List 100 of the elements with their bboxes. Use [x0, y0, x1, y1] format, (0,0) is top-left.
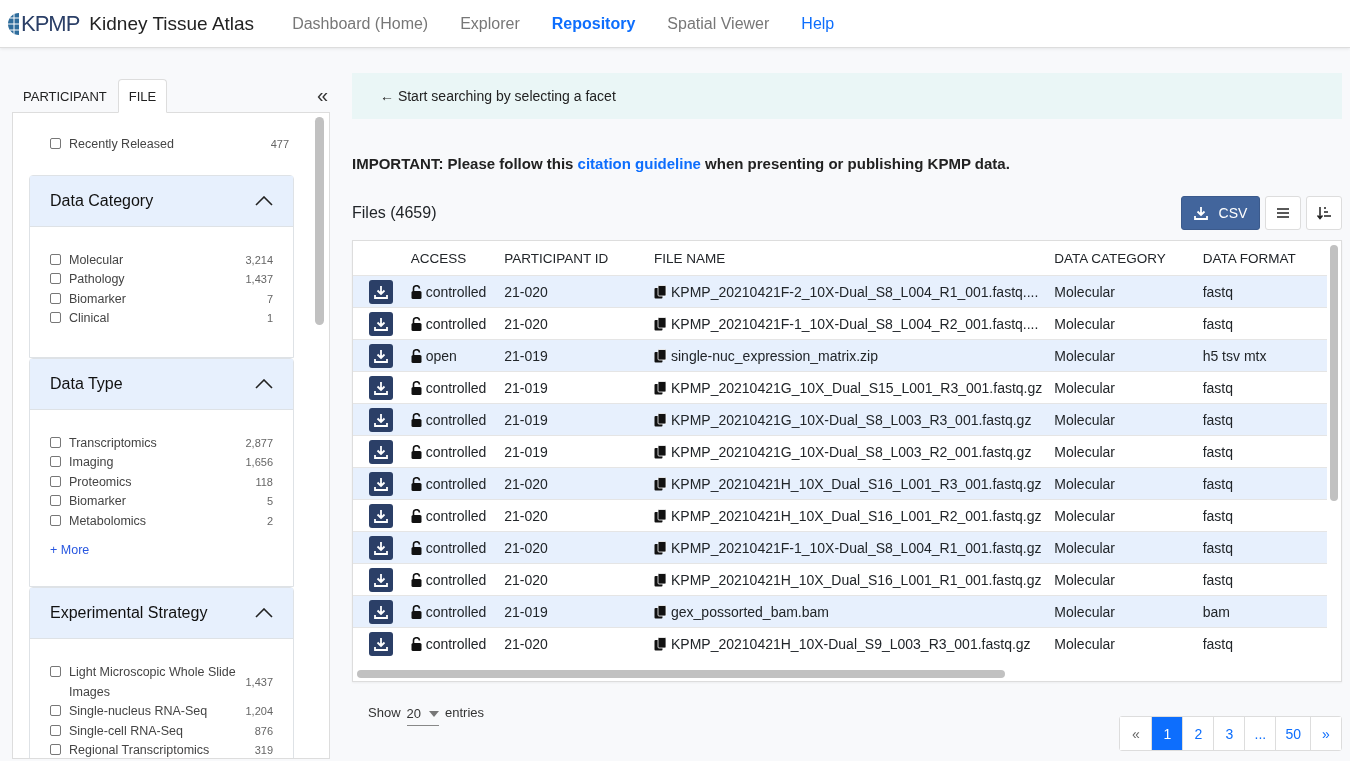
checkbox[interactable]: [50, 273, 61, 284]
scrollbar-thumb[interactable]: [315, 117, 324, 325]
download-button[interactable]: [369, 343, 393, 368]
facet-count: 5: [266, 494, 273, 509]
page-size-select[interactable]: 20: [406, 706, 439, 726]
access-cell: controlled: [425, 539, 487, 556]
access-cell: open: [425, 347, 457, 364]
access-cell: controlled: [425, 475, 487, 492]
facet-header[interactable]: Data Type: [30, 358, 293, 410]
checkbox[interactable]: [50, 292, 61, 304]
download-icon: [374, 508, 388, 523]
download-button[interactable]: [369, 503, 393, 528]
file-name-cell: KPMP_20210421G_10X-Dual_S8_L003_R3_001.fastq.gz: [671, 411, 1032, 428]
checkbox[interactable]: [50, 436, 61, 448]
collapse-button[interactable]: «: [316, 83, 328, 107]
checkbox[interactable]: [50, 253, 61, 265]
copy-icon: [654, 316, 667, 331]
nav-link[interactable]: Repository: [535, 14, 652, 33]
file-name-cell: gex_possorted_bam.bam: [671, 603, 829, 620]
checkbox[interactable]: [50, 475, 61, 487]
facet-count: 477: [270, 137, 289, 152]
file-name-cell: KPMP_20210421H_10X_Dual_S16_L001_R2_001.fastq.gz: [671, 507, 1042, 524]
download-button[interactable]: [369, 535, 393, 560]
chevron-up-icon: [255, 195, 273, 206]
file-name-cell: single-nuc_expression_matrix.zip: [671, 347, 878, 364]
checkbox[interactable]: [50, 495, 61, 506]
facet-label: Clinical: [69, 310, 111, 327]
checkbox[interactable]: [50, 744, 61, 755]
access-cell: controlled: [425, 411, 487, 428]
file-name-cell: KPMP_20210421F-1_10X-Dual_S8_L004_R1_001.fastq.gz: [671, 539, 1042, 556]
nav-link[interactable]: Explorer: [444, 14, 536, 33]
download-button[interactable]: [369, 567, 393, 592]
facet-count: 2: [266, 513, 273, 529]
copy-icon: [654, 412, 667, 427]
sidebar-tab[interactable]: FILE: [117, 79, 168, 113]
download-button[interactable]: [369, 375, 393, 400]
file-name-cell: KPMP_20210421H_10X-Dual_S9_L003_R3_001.fastq.gz: [671, 635, 1031, 652]
download-icon: [374, 476, 388, 491]
facet-label: Pathology: [69, 271, 126, 288]
facet-count: 1,656: [245, 455, 273, 470]
vertical-scrollbar[interactable]: [1330, 245, 1338, 501]
page-button[interactable]: »: [1310, 717, 1341, 750]
column-header[interactable]: FILE NAME: [648, 241, 1049, 276]
facet-label: Single-cell RNA-Seq: [69, 722, 184, 740]
horizontal-scrollbar[interactable]: [357, 670, 1005, 678]
copy-icon: [654, 636, 667, 651]
format-cell: fastq: [1196, 627, 1327, 659]
copy-icon: [654, 540, 667, 555]
sidebar-tab[interactable]: PARTICIPANT: [12, 79, 118, 113]
sort-button[interactable]: [1306, 196, 1342, 230]
format-cell: bam: [1196, 595, 1327, 628]
nav-link[interactable]: Spatial Viewer: [651, 14, 786, 33]
facet-label: Proteomics: [69, 473, 133, 491]
facet-count: 1,204: [245, 704, 273, 719]
download-icon: [374, 572, 388, 587]
copy-icon: [654, 380, 667, 395]
facet-header[interactable]: Experimental Strategy: [30, 588, 293, 639]
category-cell: Molecular: [1048, 595, 1197, 628]
checkbox[interactable]: [50, 312, 61, 323]
download-button[interactable]: [369, 311, 393, 336]
column-header[interactable]: DATA CATEGORY: [1048, 241, 1197, 276]
facet-label: Biomarker: [69, 493, 127, 510]
download-button[interactable]: [369, 439, 393, 464]
file-name-cell: KPMP_20210421F-2_10X-Dual_S8_L004_R1_001.fastq....: [671, 283, 1039, 300]
csv-button[interactable]: CSV: [1181, 196, 1260, 230]
copy-icon: [654, 476, 667, 491]
menu-icon: [1276, 207, 1290, 219]
checkbox[interactable]: [50, 705, 61, 716]
file-name-cell: KPMP_20210421H_10X_Dual_S16_L001_R1_001.fastq.gz: [671, 571, 1042, 588]
facet-count: 1: [266, 311, 273, 326]
menu-button[interactable]: [1265, 196, 1301, 230]
checkbox[interactable]: [50, 456, 61, 467]
file-name-cell: KPMP_20210421H_10X_Dual_S16_L001_R3_001.fastq.gz: [671, 475, 1042, 492]
facet-count: 1,437: [245, 272, 273, 287]
download-button[interactable]: [369, 631, 393, 656]
copy-icon: [654, 348, 667, 363]
facet-label: Single-nucleus RNA-Seq: [69, 703, 209, 720]
facet-header[interactable]: Data Category: [30, 175, 293, 227]
download-button[interactable]: [369, 279, 393, 304]
download-button[interactable]: [369, 471, 393, 496]
nav-link[interactable]: Help: [785, 14, 851, 33]
page-button[interactable]: 1: [1151, 717, 1183, 750]
checkbox[interactable]: [50, 724, 61, 736]
unlocked-padlock-icon: [410, 572, 422, 587]
nav-link[interactable]: Dashboard (Home): [276, 14, 445, 33]
checkbox[interactable]: [50, 514, 61, 526]
download-button[interactable]: [369, 599, 393, 624]
unlocked-padlock-icon: [410, 284, 422, 299]
checkbox[interactable]: [50, 138, 61, 149]
download-button[interactable]: [369, 407, 393, 432]
download-icon: [374, 540, 388, 555]
column-header[interactable]: DATA FORMAT: [1196, 241, 1327, 276]
facet-count: 7: [266, 291, 273, 307]
more-link[interactable]: + More: [50, 543, 90, 557]
checkbox[interactable]: [50, 666, 61, 677]
column-header[interactable]: PARTICIPANT ID: [498, 241, 648, 276]
column-header[interactable]: ACCESS: [404, 241, 499, 276]
entries-label: entries: [445, 704, 485, 720]
download-icon: [374, 380, 388, 395]
citation-link[interactable]: citation guideline: [577, 155, 701, 172]
